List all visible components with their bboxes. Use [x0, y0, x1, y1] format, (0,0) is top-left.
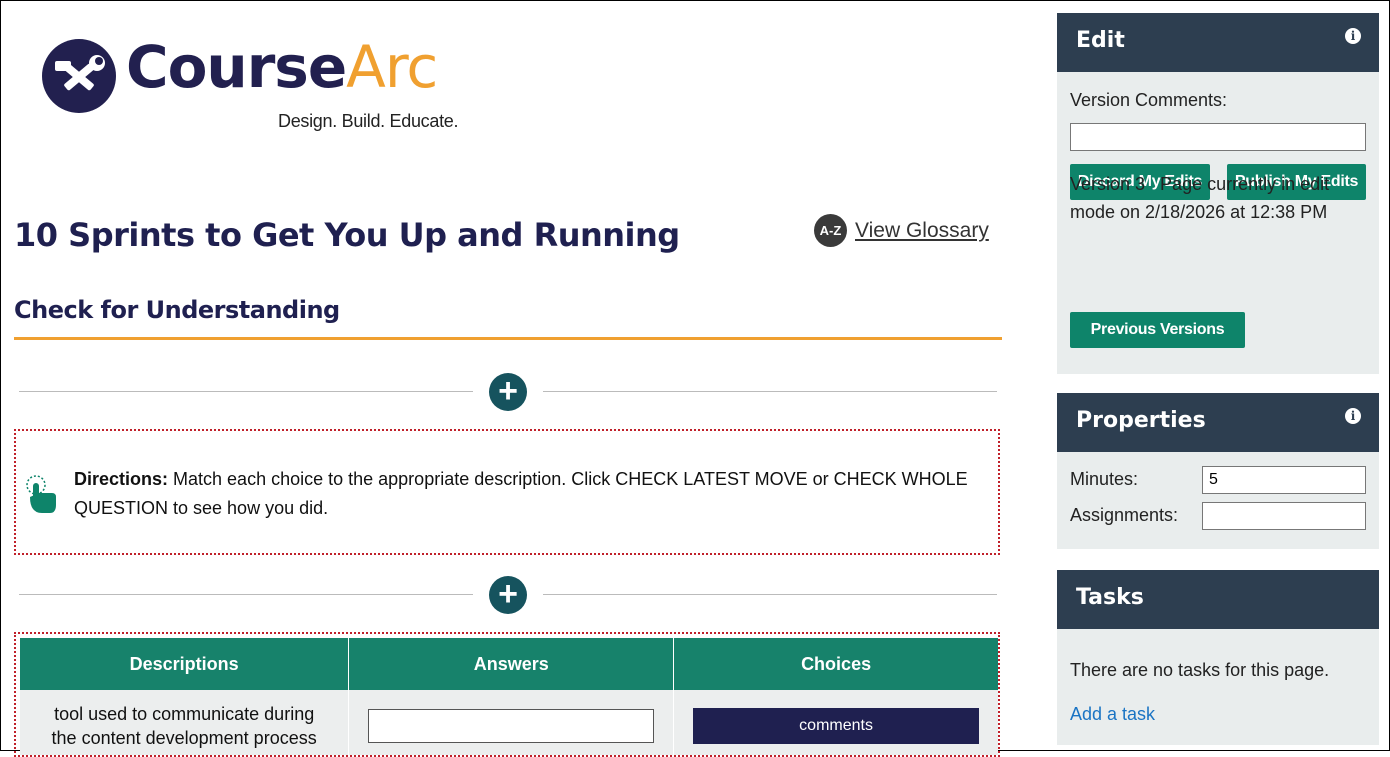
matching-table: Descriptions Answers Choices tool used t…: [20, 638, 998, 755]
previous-versions-button[interactable]: Previous Versions: [1070, 312, 1245, 348]
add-block-button[interactable]: +: [489, 576, 527, 614]
tasks-panel: Tasks There are no tasks for this page. …: [1057, 570, 1379, 745]
divider-line: [543, 594, 997, 595]
edit-panel: Edit i Version Comments: Discard My Edit…: [1057, 13, 1379, 374]
hammer-wrench-logo-icon: [42, 39, 116, 113]
table-row: tool used to communicate during the cont…: [20, 690, 998, 755]
logo-wordmark-arc: Arc: [346, 33, 438, 101]
directions-text: Directions: Match each choice to the app…: [74, 465, 974, 523]
tasks-panel-title: Tasks: [1076, 585, 1144, 610]
plus-icon: +: [498, 372, 518, 410]
assignments-label: Assignments:: [1070, 505, 1179, 525]
no-tasks-text: There are no tasks for this page.: [1070, 660, 1330, 680]
edit-panel-title: Edit: [1076, 28, 1125, 53]
add-block-row-top: +: [19, 373, 997, 411]
add-task-link[interactable]: Add a task: [1070, 704, 1155, 725]
properties-panel-header: Properties i: [1057, 393, 1379, 452]
logo-tagline: Design. Build. Educate.: [278, 111, 459, 131]
info-icon[interactable]: i: [1345, 28, 1361, 44]
answer-cell: [348, 690, 675, 755]
page-title: 10 Sprints to Get You Up and Running: [14, 216, 680, 254]
plus-icon: +: [498, 575, 518, 613]
version-status-text: Version 3 Page currently in edit mode on…: [1070, 174, 1335, 222]
answer-drop-field[interactable]: [368, 709, 655, 743]
choice-chip[interactable]: comments: [693, 708, 980, 744]
view-glossary-label: View Glossary: [855, 218, 989, 242]
version-comments-input[interactable]: [1070, 123, 1366, 151]
minutes-label: Minutes:: [1070, 469, 1139, 489]
logo-wordmark: CourseArc: [126, 33, 438, 101]
add-block-row-bottom: +: [19, 576, 997, 614]
divider-line: [19, 391, 473, 392]
description-text: tool used to communicate during the cont…: [51, 704, 317, 748]
version-comments-label: Version Comments:: [1070, 90, 1228, 110]
header-choices: Choices: [673, 638, 998, 690]
minutes-input[interactable]: [1202, 466, 1366, 494]
directions-body: Match each choice to the appropriate des…: [74, 469, 968, 518]
description-cell: tool used to communicate during the cont…: [20, 690, 350, 755]
add-block-button[interactable]: +: [489, 373, 527, 411]
directions-block[interactable]: Directions: Match each choice to the app…: [14, 429, 1000, 555]
divider-line: [19, 594, 473, 595]
assignments-input[interactable]: [1202, 502, 1366, 530]
section-divider: [14, 337, 1002, 340]
a-z-glossary-icon: A-Z: [814, 214, 847, 247]
main-content: CourseArc Design. Build. Educate. 10 Spr…: [1, 1, 1016, 757]
edit-panel-header: Edit i: [1057, 13, 1379, 72]
directions-label: Directions:: [74, 469, 169, 489]
section-heading: Check for Understanding: [14, 296, 340, 324]
properties-panel-title: Properties: [1076, 408, 1206, 433]
choice-cell: comments: [673, 690, 998, 755]
header-descriptions: Descriptions: [20, 638, 350, 690]
tasks-panel-header: Tasks: [1057, 570, 1379, 629]
info-icon[interactable]: i: [1345, 408, 1361, 424]
properties-panel: Properties i Minutes: Assignments:: [1057, 393, 1379, 549]
divider-line: [543, 391, 997, 392]
matching-question-block[interactable]: Descriptions Answers Choices tool used t…: [14, 632, 1000, 757]
view-glossary-link[interactable]: A-Z View Glossary: [814, 214, 989, 247]
table-header-row: Descriptions Answers Choices: [20, 638, 998, 690]
header-answers: Answers: [348, 638, 675, 690]
tap-hand-icon: [24, 475, 60, 520]
logo-wordmark-course: Course: [126, 33, 347, 101]
